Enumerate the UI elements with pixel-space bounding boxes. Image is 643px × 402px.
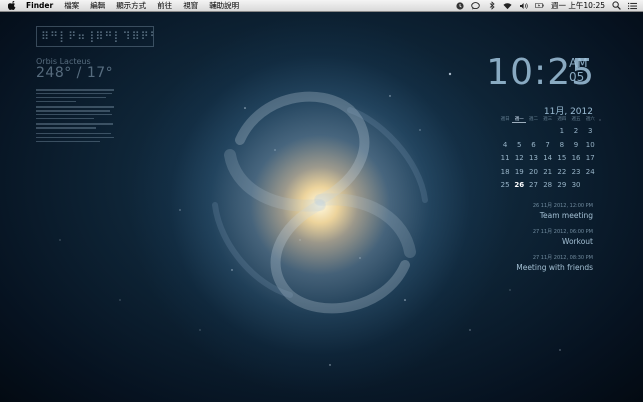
- calendar-day[interactable]: 19: [512, 168, 526, 182]
- event-datetime: 26 11月 2012, 12:00 PM: [532, 203, 593, 209]
- menu-view[interactable]: 顯示方式: [116, 0, 146, 11]
- menubar-clock[interactable]: 週一 上午10:25: [551, 0, 605, 11]
- event-title: Workout: [561, 237, 593, 246]
- wifi-icon[interactable]: [503, 1, 512, 10]
- menu-file[interactable]: 檔案: [64, 0, 79, 11]
- calendar-day[interactable]: 14: [541, 154, 555, 168]
- menu-edit[interactable]: 編輯: [90, 0, 105, 11]
- spotlight-icon[interactable]: [612, 1, 621, 10]
- calendar-weekday-header: 週日 週一 週二 週三 週四 週五 週六: [498, 116, 598, 123]
- bluetooth-icon[interactable]: [487, 1, 496, 10]
- event-item[interactable]: 27 11月 2012, 08:30 PM Meeting with friend…: [516, 254, 593, 272]
- calendar-day[interactable]: 13: [526, 154, 540, 168]
- calendar-day[interactable]: 18: [498, 168, 512, 182]
- calendar-day[interactable]: 11: [498, 154, 512, 168]
- calendar-day[interactable]: 12: [512, 154, 526, 168]
- calendar-day[interactable]: 27: [526, 181, 540, 195]
- calendar-day[interactable]: 6: [526, 141, 540, 155]
- battery-icon[interactable]: [535, 1, 544, 10]
- weekday-label: 週一: [512, 116, 527, 123]
- description-text: [36, 89, 116, 143]
- calendar-day[interactable]: 15: [555, 154, 569, 168]
- calendar-day[interactable]: 3: [583, 127, 597, 141]
- calendar-day[interactable]: 23: [569, 168, 583, 182]
- event-datetime: 27 11月 2012, 06:00 PM: [532, 229, 593, 235]
- calendar-day[interactable]: 26: [512, 181, 526, 195]
- event-item[interactable]: 26 11月 2012, 12:00 PM Team meeting: [516, 202, 593, 220]
- calendar-day[interactable]: 10: [583, 141, 597, 155]
- timemachine-icon[interactable]: [455, 1, 464, 10]
- calendar-day[interactable]: 30: [569, 181, 583, 195]
- calendar-empty-cell: [583, 181, 597, 195]
- clock-ampm: AM: [569, 56, 588, 70]
- menu-bar: Finder 檔案 編輯 顯示方式 前往 視窗 輔助說明 週一 上午10:25: [0, 0, 643, 12]
- calendar-day[interactable]: 9: [569, 141, 583, 155]
- weekday-label: 週六: [585, 117, 595, 122]
- volume-icon[interactable]: [519, 1, 528, 10]
- celestial-widget: ⠿⠛⡇⠟⠶⢸⠿⠛⡇⠹⠿⠟⠛⡇ Orbis Lacteus 248° / 17°: [36, 26, 154, 144]
- calendar-day[interactable]: 28: [541, 181, 555, 195]
- calendar: 週日 週一 週二 週三 週四 週五 週六 1 2 3 4 5 6 7 8 9 10 11 12 13 14 15 16 17…: [498, 116, 598, 195]
- apple-icon[interactable]: [8, 1, 17, 10]
- weekday-label: 週二: [528, 117, 538, 122]
- calendar-day[interactable]: 24: [583, 168, 597, 182]
- event-item[interactable]: 27 11月 2012, 06:00 PM Workout: [516, 228, 593, 246]
- galaxy-coords: 248° / 17°: [36, 65, 114, 81]
- calendar-empty-cell: [541, 127, 555, 141]
- calendar-day[interactable]: 25: [498, 181, 512, 195]
- calendar-day[interactable]: 21: [541, 168, 555, 182]
- chat-icon[interactable]: [471, 1, 480, 10]
- calendar-day[interactable]: 17: [583, 154, 597, 168]
- event-title: Team meeting: [539, 211, 593, 220]
- calendar-grid: 1 2 3 4 5 6 7 8 9 10 11 12 13 14 15 16 17 18 19 20 21 22 23 24 2…: [498, 127, 598, 195]
- calendar-empty-cell: [526, 127, 540, 141]
- event-list: 26 11月 2012, 12:00 PM Team meeting 27 11月 …: [516, 202, 593, 280]
- calendar-day[interactable]: 1: [555, 127, 569, 141]
- glyph-display: ⠿⠛⡇⠟⠶⢸⠿⠛⡇⠹⠿⠟⠛⡇: [36, 26, 154, 47]
- calendar-empty-cell: [512, 127, 526, 141]
- weekday-label: 週三: [543, 117, 553, 122]
- calendar-empty-cell: [498, 127, 512, 141]
- menu-finder[interactable]: Finder: [26, 0, 53, 11]
- list-icon[interactable]: [628, 1, 637, 10]
- calendar-day[interactable]: 20: [526, 168, 540, 182]
- menu-window[interactable]: 視窗: [183, 0, 198, 11]
- menu-help[interactable]: 輔助說明: [209, 0, 239, 11]
- event-title: Meeting with friends: [516, 263, 593, 272]
- weekday-label: 週日: [500, 117, 510, 122]
- calendar-day[interactable]: 16: [569, 154, 583, 168]
- calendar-day[interactable]: 2: [569, 127, 583, 141]
- calendar-day[interactable]: 4: [498, 141, 512, 155]
- menu-go[interactable]: 前往: [157, 0, 172, 11]
- clock-seconds: 05: [569, 70, 585, 84]
- weekday-label: 週五: [571, 117, 581, 122]
- calendar-day[interactable]: 5: [512, 141, 526, 155]
- calendar-day[interactable]: 29: [555, 181, 569, 195]
- calendar-day[interactable]: 22: [555, 168, 569, 182]
- calendar-day[interactable]: 8: [555, 141, 569, 155]
- calendar-day[interactable]: 7: [541, 141, 555, 155]
- clock-ampm-seconds: AM 05: [569, 56, 599, 84]
- event-datetime: 27 11月 2012, 08:30 PM: [532, 255, 593, 261]
- weekday-label: 週四: [557, 117, 567, 122]
